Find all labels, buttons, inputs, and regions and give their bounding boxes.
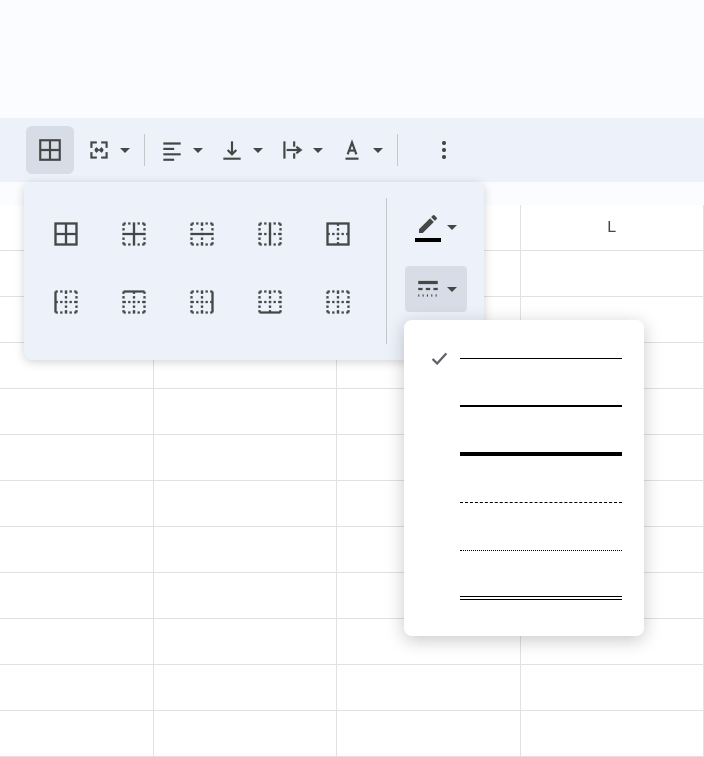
- more-tools-button[interactable]: [420, 126, 468, 174]
- cell[interactable]: [154, 619, 338, 665]
- border-bottom-icon: [256, 288, 284, 316]
- text-rotation-icon: [339, 137, 365, 163]
- border-inner-button[interactable]: [110, 210, 158, 258]
- formatting-toolbar: [0, 118, 704, 182]
- chevron-down-icon: [447, 225, 457, 230]
- text-rotation-button[interactable]: [335, 126, 387, 174]
- cell[interactable]: [154, 481, 338, 527]
- border-outer-button[interactable]: [314, 210, 362, 258]
- border-style-menu: [404, 320, 644, 636]
- cell[interactable]: [0, 435, 154, 481]
- border-vertical-button[interactable]: [246, 210, 294, 258]
- border-top-button[interactable]: [110, 278, 158, 326]
- borders-button[interactable]: [26, 126, 74, 174]
- pencil-icon: [416, 212, 440, 236]
- border-style-thick[interactable]: [404, 430, 644, 478]
- border-bottom-button[interactable]: [246, 278, 294, 326]
- check-icon: [428, 347, 450, 369]
- border-style-icon: [415, 276, 441, 302]
- border-none-icon: [324, 288, 352, 316]
- border-style-medium[interactable]: [404, 382, 644, 430]
- vertical-align-button[interactable]: [215, 126, 267, 174]
- border-outer-icon: [324, 220, 352, 248]
- cell[interactable]: [0, 481, 154, 527]
- cell[interactable]: [337, 665, 521, 711]
- cell[interactable]: [154, 389, 338, 435]
- cell[interactable]: [0, 665, 154, 711]
- chevron-down-icon: [373, 148, 383, 153]
- line-thin-icon: [460, 358, 622, 359]
- border-style-dashed[interactable]: [404, 478, 644, 526]
- borders-icon: [37, 137, 63, 163]
- border-top-icon: [120, 288, 148, 316]
- border-color-button[interactable]: [405, 204, 467, 250]
- border-inner-icon: [120, 220, 148, 248]
- merge-cells-button[interactable]: [82, 126, 134, 174]
- column-header[interactable]: L: [521, 205, 704, 251]
- chevron-down-icon: [447, 287, 457, 292]
- horizontal-align-button[interactable]: [155, 126, 207, 174]
- cell[interactable]: [0, 619, 154, 665]
- more-vertical-icon: [432, 138, 456, 162]
- align-left-icon: [159, 137, 185, 163]
- cell[interactable]: [154, 711, 338, 757]
- line-dashed-icon: [460, 502, 622, 503]
- border-none-button[interactable]: [314, 278, 362, 326]
- line-thick-icon: [460, 452, 622, 456]
- border-horizontal-icon: [188, 220, 216, 248]
- border-options-grid: [24, 182, 386, 360]
- border-vertical-icon: [256, 220, 284, 248]
- border-left-icon: [52, 288, 80, 316]
- cell[interactable]: [0, 389, 154, 435]
- cell[interactable]: [337, 711, 521, 757]
- merge-icon: [86, 137, 112, 163]
- cell[interactable]: [154, 435, 338, 481]
- chevron-down-icon: [193, 148, 203, 153]
- align-bottom-icon: [219, 137, 245, 163]
- cell[interactable]: [521, 711, 704, 757]
- text-wrap-button[interactable]: [275, 126, 327, 174]
- line-double-icon: [460, 596, 622, 600]
- color-swatch: [415, 238, 441, 242]
- line-medium-icon: [460, 405, 622, 407]
- cell[interactable]: [154, 527, 338, 573]
- chevron-down-icon: [120, 148, 130, 153]
- cell[interactable]: [154, 573, 338, 619]
- toolbar-divider: [144, 134, 145, 166]
- chevron-down-icon: [313, 148, 323, 153]
- cell[interactable]: [0, 573, 154, 619]
- border-style-button[interactable]: [405, 266, 467, 312]
- border-all-icon: [52, 220, 80, 248]
- border-all-button[interactable]: [42, 210, 90, 258]
- cell[interactable]: [0, 527, 154, 573]
- cell[interactable]: [154, 665, 338, 711]
- cell[interactable]: [0, 711, 154, 757]
- cell[interactable]: [521, 251, 704, 297]
- border-left-button[interactable]: [42, 278, 90, 326]
- text-overflow-icon: [279, 137, 305, 163]
- line-dotted-icon: [460, 550, 622, 551]
- border-right-button[interactable]: [178, 278, 226, 326]
- chevron-down-icon: [253, 148, 263, 153]
- toolbar-divider: [397, 134, 398, 166]
- border-right-icon: [188, 288, 216, 316]
- cell[interactable]: [521, 665, 704, 711]
- border-style-thin[interactable]: [404, 334, 644, 382]
- border-horizontal-button[interactable]: [178, 210, 226, 258]
- border-style-dotted[interactable]: [404, 526, 644, 574]
- border-style-double[interactable]: [404, 574, 644, 622]
